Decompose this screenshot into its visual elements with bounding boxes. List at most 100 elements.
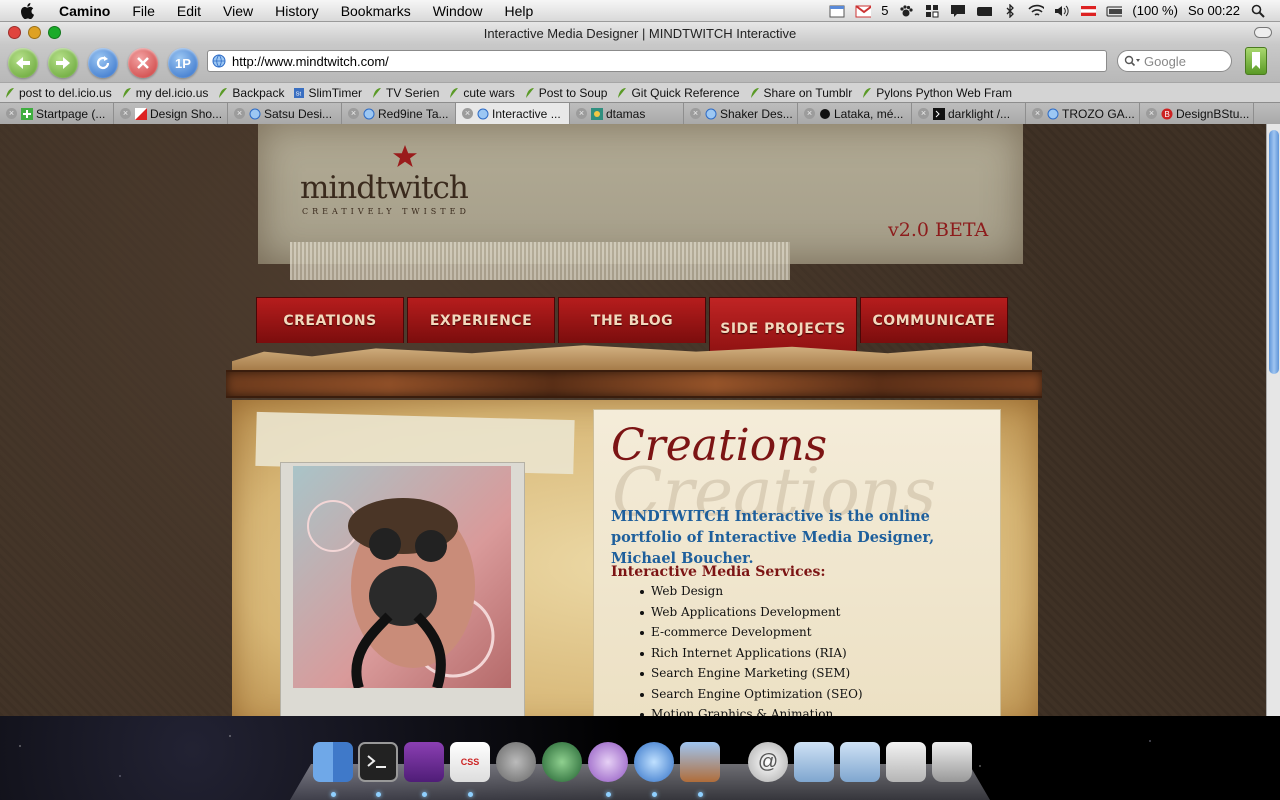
finder-icon[interactable] xyxy=(313,742,353,782)
wifi-icon[interactable] xyxy=(1028,4,1045,18)
bookmark-sidebar-button[interactable] xyxy=(1245,47,1267,75)
bookmark-item[interactable]: Share on Tumblr xyxy=(745,86,858,100)
nav-communicate[interactable]: COMMUNICATE xyxy=(860,297,1008,343)
gmail-icon[interactable] xyxy=(855,4,872,18)
menu-edit[interactable]: Edit xyxy=(166,0,212,22)
address-bar[interactable]: http://www.mindtwitch.com/ xyxy=(207,50,1107,72)
spotlight-search-icon[interactable] xyxy=(1250,4,1266,18)
minimize-window-button[interactable] xyxy=(28,26,41,39)
tab[interactable]: × Design Sho... xyxy=(114,103,228,124)
bookmark-item[interactable]: Git Quick Reference xyxy=(612,86,744,100)
close-tab-icon[interactable]: × xyxy=(234,108,245,119)
apple-menu-icon[interactable] xyxy=(18,2,36,20)
close-tab-icon[interactable]: × xyxy=(1032,108,1043,119)
app-purple-icon[interactable] xyxy=(404,742,444,782)
running-indicator xyxy=(606,792,611,797)
bookmark-item[interactable]: TV Serien xyxy=(367,86,444,100)
spaces-icon[interactable] xyxy=(924,4,940,18)
trash-icon[interactable] xyxy=(932,742,972,782)
search-field[interactable]: Google xyxy=(1117,50,1232,72)
tab[interactable]: × Satsu Desi... xyxy=(228,103,342,124)
close-tab-icon[interactable]: × xyxy=(804,108,815,119)
nav-creations[interactable]: CREATIONS xyxy=(256,297,404,343)
bluetooth-icon[interactable] xyxy=(1002,3,1018,18)
nav-experience[interactable]: EXPERIENCE xyxy=(407,297,555,343)
bookmark-item[interactable]: Pylons Python Web Fram xyxy=(857,86,1017,100)
page-viewport[interactable]: mindtwitch CREATIVELY TWISTED v2.0 BETA … xyxy=(0,124,1266,716)
toolbar-toggle-button[interactable] xyxy=(1254,27,1272,38)
bookmark-item[interactable]: my del.icio.us xyxy=(117,86,214,100)
tab[interactable]: × Startpage (... xyxy=(0,103,114,124)
menu-view[interactable]: View xyxy=(212,0,264,22)
services-list: Web Design Web Applications Development … xyxy=(640,584,863,716)
tab[interactable]: × Red9ine Ta... xyxy=(342,103,456,124)
logo-tagline: CREATIVELY TWISTED xyxy=(302,207,470,216)
pattern-favicon-icon xyxy=(591,107,603,120)
mail-at-icon[interactable]: @ xyxy=(748,742,788,782)
css-edit-icon[interactable]: CSS xyxy=(450,742,490,782)
forward-button[interactable] xyxy=(48,48,78,78)
tab[interactable]: × darklight /... xyxy=(912,103,1026,124)
tab[interactable]: × B DesignBStu... xyxy=(1140,103,1254,124)
close-tab-icon[interactable]: × xyxy=(348,108,359,119)
close-window-button[interactable] xyxy=(8,26,21,39)
tab[interactable]: × TROZO GA... xyxy=(1026,103,1140,124)
calendar-icon[interactable] xyxy=(829,4,845,18)
bookmark-item[interactable]: St SlimTimer xyxy=(289,86,367,100)
vertical-scrollbar[interactable] xyxy=(1266,124,1280,716)
menu-extras: 5 (100 %) So 00:22 xyxy=(829,3,1280,18)
close-tab-icon[interactable]: × xyxy=(918,108,929,119)
close-tab-icon[interactable]: × xyxy=(1146,108,1157,119)
time-machine-icon[interactable] xyxy=(542,742,582,782)
tab-active[interactable]: × Interactive ... xyxy=(456,103,570,124)
menu-app-name[interactable]: Camino xyxy=(48,0,121,22)
back-button[interactable] xyxy=(8,48,38,78)
terminal-icon[interactable] xyxy=(358,742,398,782)
close-tab-icon[interactable]: × xyxy=(462,108,473,119)
growl-paw-icon[interactable] xyxy=(898,4,914,18)
menu-help[interactable]: Help xyxy=(494,0,545,22)
camino-icon[interactable] xyxy=(634,742,674,782)
menu-window[interactable]: Window xyxy=(422,0,494,22)
bookmark-item[interactable]: cute wars xyxy=(444,86,519,100)
bookmark-item[interactable]: post to del.icio.us xyxy=(0,86,117,100)
close-tab-icon[interactable]: × xyxy=(690,108,701,119)
globe-favicon-icon xyxy=(249,108,261,119)
bookmark-item[interactable]: Post to Soup xyxy=(520,86,613,100)
volume-icon[interactable] xyxy=(1054,4,1070,18)
iphoto-icon[interactable] xyxy=(680,742,720,782)
site-logo[interactable]: mindtwitch xyxy=(300,170,469,206)
plus-favicon-icon xyxy=(21,107,33,120)
close-tab-icon[interactable]: × xyxy=(6,108,17,119)
applications-folder-icon[interactable] xyxy=(794,742,834,782)
tab[interactable]: × dtamas xyxy=(570,103,684,124)
menu-bookmarks[interactable]: Bookmarks xyxy=(330,0,422,22)
onepassword-button[interactable]: 1P xyxy=(168,48,198,78)
bookmark-item[interactable]: Backpack xyxy=(213,86,289,100)
tab[interactable]: × Shaker Des... xyxy=(684,103,798,124)
reload-button[interactable] xyxy=(88,48,118,78)
scrollbar-thumb[interactable] xyxy=(1269,130,1279,374)
close-tab-icon[interactable]: × xyxy=(120,108,131,119)
menu-file[interactable]: File xyxy=(121,0,166,22)
leaf-icon xyxy=(122,87,131,98)
downloads-stack-icon[interactable] xyxy=(886,742,926,782)
zoom-window-button[interactable] xyxy=(48,26,61,39)
battery-percent: (100 %) xyxy=(1132,3,1178,18)
documents-folder-icon[interactable] xyxy=(840,742,880,782)
slimtimer-icon: St xyxy=(294,87,305,98)
leaf-icon xyxy=(618,87,627,98)
adium-icon[interactable] xyxy=(588,742,628,782)
keyboard-icon[interactable] xyxy=(976,4,993,18)
system-preferences-icon[interactable] xyxy=(496,742,536,782)
battery-icon[interactable] xyxy=(1106,4,1123,18)
page-heading: Creations xyxy=(611,420,828,471)
menu-history[interactable]: History xyxy=(264,0,330,22)
nav-the-blog[interactable]: THE BLOG xyxy=(558,297,706,343)
input-flag-icon[interactable] xyxy=(1080,4,1097,18)
stop-button[interactable] xyxy=(128,48,158,78)
tab[interactable]: × Lataka, mé... xyxy=(798,103,912,124)
close-tab-icon[interactable]: × xyxy=(576,108,587,119)
clock[interactable]: So 00:22 xyxy=(1188,3,1240,18)
chat-icon[interactable] xyxy=(950,4,966,18)
